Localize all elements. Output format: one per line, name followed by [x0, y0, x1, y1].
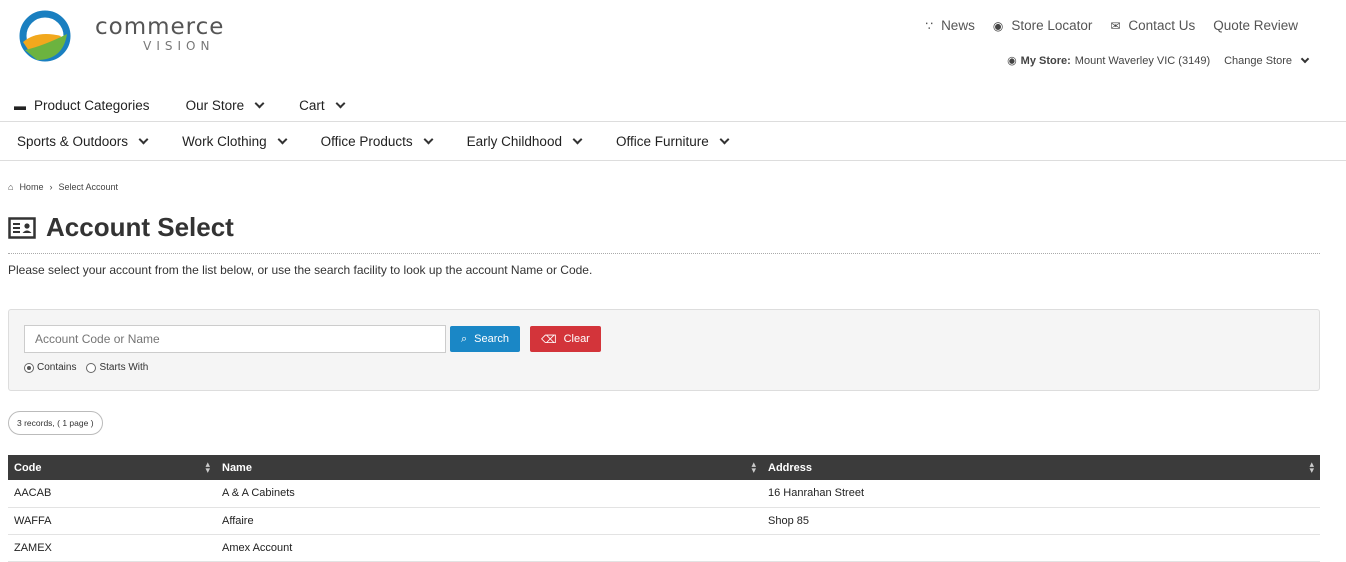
- nav-cart[interactable]: Cart: [299, 98, 346, 113]
- brand-name: commerce: [95, 14, 225, 40]
- accounts-table: Code ▴ ▾ Name ▴ ▾ Address ▴ ▾ AACAB A & A C…: [8, 455, 1320, 562]
- chevron-down-icon: [254, 98, 265, 109]
- cell-name[interactable]: Amex Account: [216, 534, 762, 562]
- clear-button[interactable]: ⌫ Clear: [530, 326, 601, 352]
- category-office-furniture[interactable]: Office Furniture: [616, 134, 730, 149]
- cell-address[interactable]: Shop 85: [762, 507, 1320, 535]
- search-icon: ⌕: [461, 332, 468, 345]
- map-pin-icon: ◉: [1007, 55, 1017, 67]
- radio-starts-with[interactable]: Starts With: [86, 362, 148, 373]
- category-early-childhood[interactable]: Early Childhood: [467, 134, 583, 149]
- cell-code[interactable]: ZAMEX: [8, 534, 216, 562]
- change-store-button[interactable]: Change Store: [1224, 55, 1292, 67]
- my-store-value: Mount Waverley VIC (3149): [1074, 54, 1211, 67]
- site-header: commerce VISION ∵ News ◉ Store Locator ✉…: [0, 0, 1346, 90]
- intro-text: Please select your account from the list…: [8, 263, 593, 277]
- chevron-down-icon: [335, 98, 346, 109]
- chevron-down-icon: [138, 134, 149, 144]
- nav-our-store[interactable]: Our Store: [186, 98, 265, 113]
- category-nav: Sports & Outdoors Work Clothing Office P…: [0, 122, 1346, 161]
- cell-name[interactable]: A & A Cabinets: [216, 480, 762, 508]
- breadcrumb-current: Select Account: [58, 182, 118, 192]
- column-header-code[interactable]: Code ▴ ▾: [8, 455, 216, 480]
- envelope-icon: ✉: [1110, 18, 1121, 33]
- table-row[interactable]: AACAB A & A Cabinets 16 Hanrahan Street: [8, 480, 1320, 508]
- table-row[interactable]: WAFFA Affaire Shop 85: [8, 507, 1320, 535]
- table-row[interactable]: ZAMEX Amex Account: [8, 534, 1320, 562]
- news-link[interactable]: ∵ News: [925, 18, 974, 33]
- column-header-address[interactable]: Address ▴ ▾: [762, 455, 1320, 480]
- home-icon: ⌂: [8, 182, 14, 192]
- chevron-down-icon: [719, 134, 730, 144]
- primary-nav: ▬ Product Categories Our Store Cart: [0, 90, 1346, 122]
- logo-mark-icon: [19, 10, 71, 62]
- my-store: ◉ My Store: Mount Waverley VIC (3149) Ch…: [1007, 54, 1310, 67]
- cell-address[interactable]: 16 Hanrahan Street: [762, 480, 1320, 508]
- sort-icon[interactable]: ▴ ▾: [205, 460, 210, 475]
- chevron-down-icon: [1300, 54, 1310, 63]
- cell-code[interactable]: WAFFA: [8, 507, 216, 535]
- quote-review-link[interactable]: Quote Review: [1213, 18, 1298, 33]
- title-divider: [8, 253, 1320, 254]
- nav-product-categories[interactable]: ▬ Product Categories: [14, 98, 150, 113]
- chevron-right-icon: ›: [49, 182, 53, 192]
- account-search-input[interactable]: [24, 325, 446, 353]
- radio-contains[interactable]: Contains: [24, 362, 76, 373]
- records-summary-badge: 3 records, ( 1 page ): [8, 411, 103, 435]
- breadcrumb-home[interactable]: Home: [19, 182, 43, 192]
- utility-links: ∵ News ◉ Store Locator ✉ Contact Us Quot…: [925, 18, 1298, 33]
- sort-icon[interactable]: ▴ ▾: [751, 460, 756, 475]
- chevron-down-icon: [572, 134, 583, 144]
- cell-address[interactable]: [762, 534, 1320, 562]
- category-sports-outdoors[interactable]: Sports & Outdoors: [17, 134, 149, 149]
- my-store-label: My Store:: [1020, 54, 1071, 67]
- search-button[interactable]: ⌕ Search: [450, 326, 521, 352]
- radio-button-selected[interactable]: [24, 362, 34, 373]
- box-icon: ▬: [14, 98, 26, 113]
- radio-button[interactable]: [86, 362, 97, 373]
- contact-us-link[interactable]: ✉ Contact Us: [1110, 18, 1195, 33]
- map-pin-icon: ◉: [992, 18, 1004, 33]
- cell-code[interactable]: AACAB: [8, 480, 216, 508]
- cell-name[interactable]: Affaire: [216, 507, 762, 535]
- brand-logo[interactable]: commerce VISION: [17, 6, 224, 64]
- column-header-name[interactable]: Name ▴ ▾: [216, 455, 762, 480]
- rss-icon: ∵: [925, 18, 934, 33]
- store-locator-link[interactable]: ◉ Store Locator: [993, 18, 1093, 33]
- backspace-icon: ⌫: [541, 333, 557, 346]
- brand-subname: VISION: [143, 39, 215, 53]
- sort-icon[interactable]: ▴ ▾: [1309, 460, 1314, 475]
- search-panel: ⌕ Search ⌫ Clear Contains Starts With: [8, 309, 1320, 391]
- match-mode-options: Contains Starts With: [24, 362, 148, 373]
- page-title: Account Select: [8, 212, 234, 243]
- chevron-down-icon: [423, 134, 434, 144]
- category-work-clothing[interactable]: Work Clothing: [182, 134, 288, 149]
- breadcrumb: ⌂ Home › Select Account: [8, 182, 118, 192]
- chevron-down-icon: [277, 134, 288, 144]
- id-card-icon: [8, 216, 36, 239]
- category-office-products[interactable]: Office Products: [321, 134, 434, 149]
